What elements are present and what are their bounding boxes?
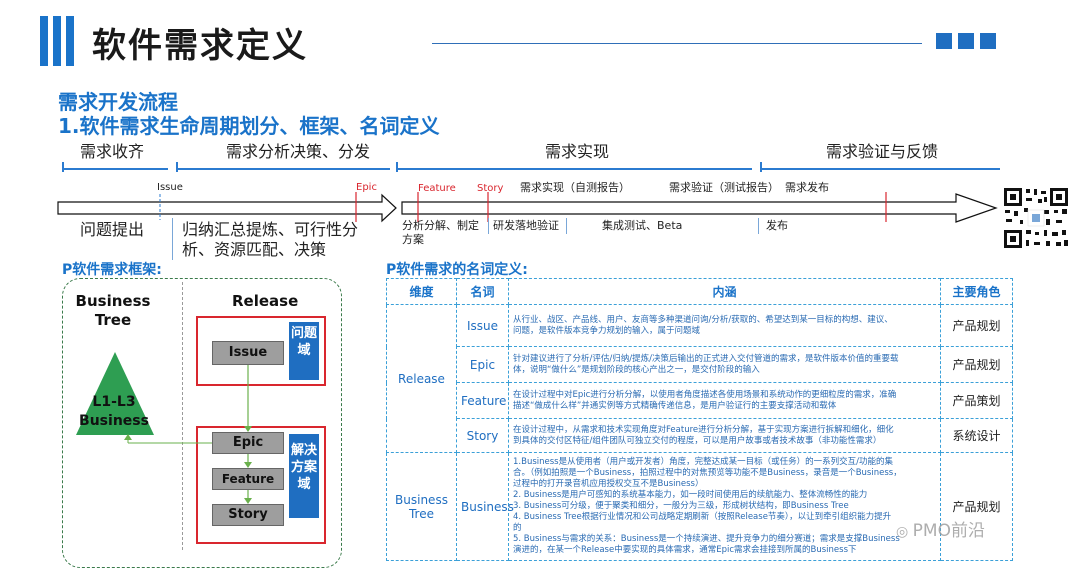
phase-tick [396,162,398,172]
term-cell: Issue [456,304,509,347]
framework-title: P软件需求框架: [62,262,162,278]
below-raise: 问题提出 [80,220,145,239]
header-role: 主要角色 [940,278,1013,305]
framework-connectors [124,365,252,504]
phase-line-implement [396,168,752,170]
phase-verify: 需求验证与反馈 [826,142,939,161]
header-meaning: 内涵 [508,278,941,305]
sub-title: 1.软件需求生命周期划分、框架、名词定义 [58,114,440,138]
page-title: 软件需求定义 [92,26,308,66]
role-cell: 产品策划 [940,382,1013,419]
table-header-row: 维度 名词 内涵 主要角色 [386,278,1013,305]
below-summarize: 归纳汇总提炼、可行性分析、资源匹配、决策 [182,220,359,259]
table-row: Release Issue 从行业、战区、产品线、用户、友商等多种渠道问询/分析… [386,304,1013,453]
below-integrate: 集成测试、Beta [602,219,683,232]
release-label: Release [232,292,299,310]
desc-cell: 在设计过程中对Epic进行分析分解，以使用者角度描述各使用场景和系统动作的更细粒… [508,382,941,419]
phase-line-analysis [176,168,390,170]
divider [172,218,173,260]
header-term: 名词 [456,278,509,305]
below-decompose: 分析分解、制定方案 [402,219,479,246]
below-develop: 研发落地验证 [493,219,559,232]
desc-cell: 1.Business是从使用者（用户或开发者）角度，完整达成某一目标（或任务）的… [508,452,941,561]
phase-implement: 需求实现 [545,142,610,161]
qr-code-icon [1002,186,1070,250]
phase-tick [760,162,762,172]
table-row: Feature 在设计过程中对Epic进行分析分解，以使用者角度描述各使用场景和… [387,382,1013,419]
wechat-icon: ◎ [896,524,913,540]
dimension-release: Release [386,304,457,453]
phase-line-collect [62,168,168,170]
desc-cell: 从行业、战区、产品线、用户、友商等多种渠道问询/分析/获取的、希望达到某一目标的… [508,304,941,347]
desc-cell: 在设计过程中，从需求和技术实现角度对Feature进行分析分解，基于实现方案进行… [508,418,941,453]
problem-domain-tag: 问题域 [289,322,319,380]
term-cell: Business [456,452,514,561]
phase-analysis: 需求分析决策、分发 [226,142,371,161]
role-cell: 产品规划 [940,452,1013,561]
role-cell: 系统设计 [940,418,1013,453]
phase-line-verify [760,168,1000,170]
header-divider [432,43,922,44]
role-cell: 产品规划 [940,346,1013,383]
table-row: Business Tree Business 1.Business是从使用者（用… [386,452,1013,561]
role-cell: 产品规划 [940,304,1013,347]
header-squares-icon [936,33,1002,53]
table-row: Story 在设计过程中，从需求和技术实现角度对Feature进行分析分解，基于… [387,418,1013,453]
title-logo-bars [40,16,76,66]
term-cell: Story [456,418,509,453]
header-dimension: 维度 [386,278,457,305]
below-publish: 发布 [766,219,788,232]
dimension-business-tree: Business Tree [386,452,457,561]
definitions-title: P软件需求的名词定义: [386,262,528,278]
watermark-text: ◎ PMO前沿 [896,521,985,541]
phase-collect: 需求收齐 [80,142,145,161]
divider [758,218,759,234]
desc-cell: 针对建议进行了分析/评估/归纳/提炼/决策后输出的正式进入交付管道的需求，是软件… [508,346,941,383]
phase-tick [62,162,64,172]
term-cell: Epic [456,346,509,383]
table-row: Epic 针对建议进行了分析/评估/归纳/提炼/决策后输出的正式进入交付管道的需… [387,346,1013,383]
term-cell: Feature [456,382,509,419]
divider [566,218,567,234]
business-tree-label: Business Tree [75,292,151,329]
phase-tick [176,162,178,172]
divider [488,218,489,234]
solution-domain-tag: 解决方案域 [289,434,319,518]
